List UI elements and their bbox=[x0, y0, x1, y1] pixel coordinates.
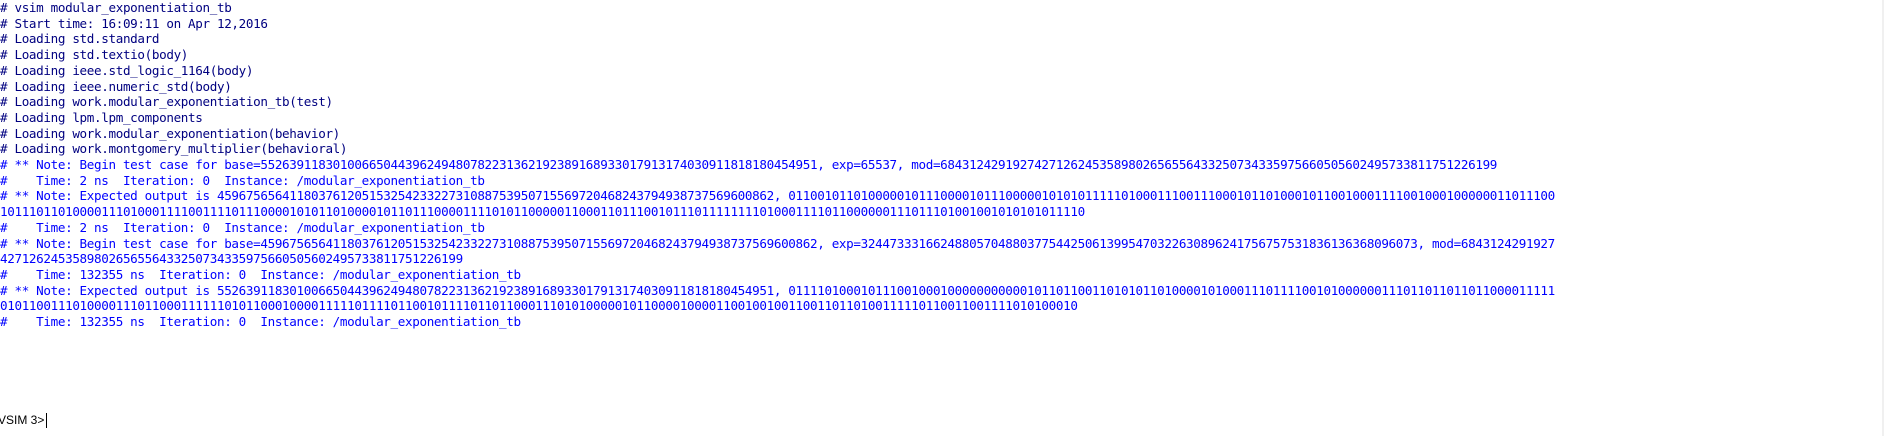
prompt-label: VSIM 3> bbox=[0, 413, 45, 427]
transcript-line: # Loading std.standard bbox=[0, 31, 160, 47]
transcript-line: # Loading lpm.lpm_components bbox=[0, 109, 203, 125]
transcript-line: # Time: 132355 ns Iteration: 0 Instance:… bbox=[0, 266, 521, 282]
transcript-line: # ** Note: Expected output is 5526391183… bbox=[0, 282, 1555, 298]
transcript-line: # Loading ieee.numeric_std(body) bbox=[0, 78, 232, 94]
transcript-line: # ** Note: Expected output is 4596756564… bbox=[0, 188, 1555, 204]
transcript-line: # vsim modular_exponentiation_tb bbox=[0, 0, 232, 15]
transcript-line: # Start time: 16:09:11 on Apr 12,2016 bbox=[0, 15, 268, 31]
transcript-line: # Loading ieee.std_logic_1164(body) bbox=[0, 62, 254, 78]
transcript-line: # Loading work.modular_exponentiation(be… bbox=[0, 125, 340, 141]
transcript-line: # ** Note: Begin test case for base=4596… bbox=[0, 235, 1555, 251]
transcript-line: # ** Note: Begin test case for base=5526… bbox=[0, 157, 1498, 172]
transcript-line: # Loading work.modular_exponentiation_tb… bbox=[0, 94, 333, 110]
transcript-line: # Loading work.montgomery_multiplier(beh… bbox=[0, 141, 348, 157]
transcript-line: # Time: 2 ns Iteration: 0 Instance: /mod… bbox=[0, 172, 485, 188]
transcript-window[interactable]: # vsim modular_exponentiation_tb # Start … bbox=[0, 0, 1884, 436]
transcript-line: 0101100111010000111011000111111010110001… bbox=[0, 298, 1078, 314]
transcript-line: # Time: 2 ns Iteration: 0 Instance: /mod… bbox=[0, 219, 485, 235]
command-prompt-line[interactable]: VSIM 3> bbox=[0, 411, 48, 429]
transcript-line: 4271262453589802656556433250734335975660… bbox=[0, 251, 463, 267]
transcript-line: # Time: 132355 ns Iteration: 0 Instance:… bbox=[0, 314, 521, 329]
transcript-line: 1011101101000011101000111100111101110000… bbox=[0, 204, 1085, 220]
transcript-line: # Loading std.textio(body) bbox=[0, 47, 189, 63]
text-cursor bbox=[46, 412, 48, 428]
